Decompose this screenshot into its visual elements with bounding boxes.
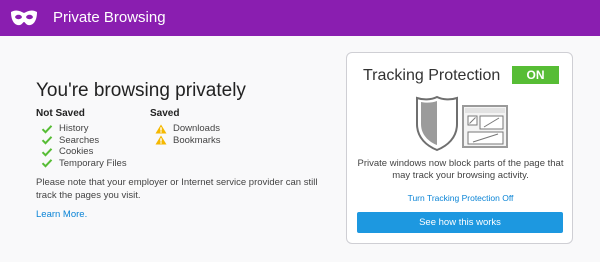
list-item: Cookies (36, 146, 146, 158)
list-item: Downloads (150, 123, 260, 135)
list-item-label: Searches (59, 134, 100, 146)
warning-icon (155, 135, 167, 145)
list-item-label: Downloads (173, 123, 220, 135)
header-bar: Private Browsing (0, 0, 600, 36)
list-item-label: Bookmarks (173, 134, 221, 146)
list-item-label: Temporary Files (59, 157, 127, 169)
not-saved-title: Not Saved (36, 108, 85, 119)
page-title: You're browsing privately (36, 80, 246, 101)
warning-icon (155, 124, 167, 134)
check-icon (41, 147, 53, 157)
check-icon (41, 159, 53, 168)
list-item: Temporary Files (36, 158, 146, 170)
not-saved-list: Not Saved History Searches Cookies Tempo… (36, 107, 146, 169)
list-item: Bookmarks (150, 135, 260, 147)
privacy-note: Please note that your employer or Intern… (36, 177, 318, 201)
list-item-label: History (59, 123, 89, 135)
tracking-protection-card: Tracking Protection ON Private windows n… (346, 52, 573, 244)
app-title: Private Browsing (53, 9, 166, 26)
check-icon (41, 124, 53, 134)
turn-off-tracking-link[interactable]: Turn Tracking Protection Off (347, 193, 574, 203)
learn-more-link[interactable]: Learn More. (36, 209, 87, 220)
tracking-protection-toggle[interactable]: ON (512, 66, 559, 84)
saved-list: Saved Downloads Bookmarks (150, 107, 260, 146)
private-mask-icon (11, 10, 37, 26)
tracking-protection-illustration (416, 95, 508, 152)
list-item: Searches (36, 135, 146, 147)
list-item-label: Cookies (59, 146, 94, 158)
check-icon (41, 136, 53, 145)
tracking-protection-title: Tracking Protection (363, 67, 501, 84)
tracking-protection-description: Private windows now block parts of the p… (357, 158, 564, 181)
saved-title: Saved (150, 108, 180, 119)
list-item: History (36, 123, 146, 135)
see-how-it-works-button[interactable]: See how this works (357, 212, 563, 233)
